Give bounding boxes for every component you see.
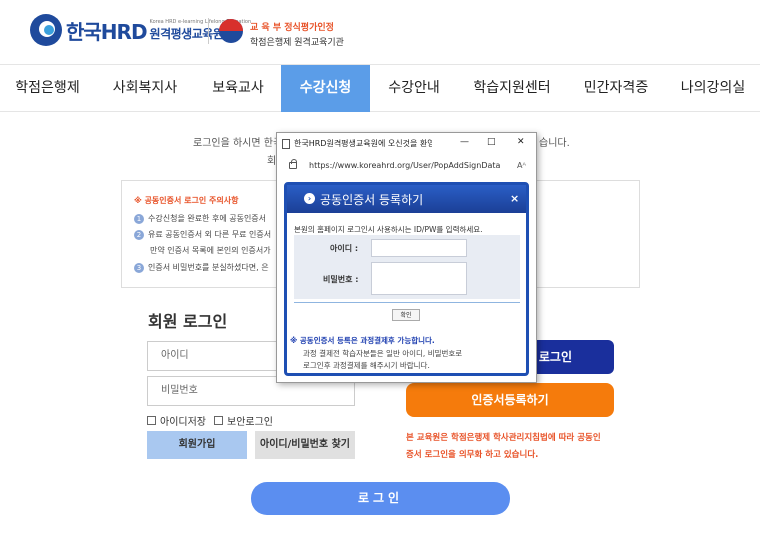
page-icon [282,139,290,149]
popup-password-label: 비밀번호 : [323,275,359,284]
cert-bottom: 학점은행제 원격교육기관 [250,38,344,48]
panel-separator [294,302,520,303]
popup-id-label: 아이디 : [330,244,359,253]
logo-text: 한국HRD [66,19,148,44]
nav-item-course-registration[interactable]: 수강신청 [281,65,370,112]
number-badge: 1 [134,214,144,224]
header-divider [208,18,209,44]
certificate-register-panel: › 공동인증서 등록하기 × 본원의 홈페이지 로그인시 사용하시는 ID/PW… [284,182,529,376]
close-window-icon[interactable]: ✕ [517,137,525,147]
notice-item: 만약 인증서 목록에 본인의 인증서가 [150,245,271,256]
certificate-popup-window: 한국HRD원격평생교육원에 오신것을 환영… — □ ✕ https://www… [276,132,537,383]
secure-login-label: 보안로그인 [227,417,273,428]
notice-item-text: 수강신청을 완료한 후에 공동인증서 [148,214,267,223]
note-line: 증서 로그인을 의무화 하고 있습니다. [406,450,539,460]
secure-login-checkbox[interactable] [214,416,223,425]
login-options: 아이디저장 보안로그인 [147,413,273,428]
popup-password-input[interactable] [371,262,467,295]
lock-icon [289,159,297,169]
site-header: 한국HRD Korea HRD e-learning Lifelong Educ… [0,0,760,64]
nav-item-childcare-teacher[interactable]: 보육교사 [195,65,281,112]
nav-item-credit-bank[interactable]: 학점은행제 [0,65,95,112]
notice-item: 1 수강신청을 완료한 후에 공동인증서 [134,213,266,224]
certification-text: 교 육 부 정식평가인정 학점은행제 원격교육기관 [250,20,344,48]
find-id-password-button[interactable]: 아이디/비밀번호 찾기 [255,431,355,459]
panel-title: 공동인증서 등록하기 [320,193,424,207]
page: 한국HRD Korea HRD e-learning Lifelong Educ… [0,0,760,539]
chevron-right-icon: › [304,193,315,204]
popup-note-line: 과정 결제전 학습자분들은 일반 아이디, 비밀번호로 [303,349,463,358]
number-badge: 3 [134,263,144,273]
notice-item-text: 유료 공동인증서 외 다른 무료 인증서 [148,230,272,239]
logo-mark-icon [30,14,62,46]
site-logo[interactable]: 한국HRD Korea HRD e-learning Lifelong Educ… [30,14,251,46]
save-id-checkbox[interactable] [147,416,156,425]
member-login-title: 회원 로그인 [148,312,228,331]
minimize-icon[interactable]: — [460,137,469,147]
panel-header: › 공동인증서 등록하기 × [287,185,526,213]
nav-item-course-guide[interactable]: 수강안내 [370,65,458,112]
cert-top: 교 육 부 정식평가인정 [250,23,334,33]
intro-text-right: 습니다. [539,138,570,149]
read-aloud-icon[interactable]: Aᴬ [517,161,526,170]
government-emblem-icon [219,19,243,43]
intro-text-left: 로그인을 하시면 한국 [193,138,283,149]
popup-titlebar[interactable]: 한국HRD원격평생교육원에 오신것을 환영… — □ ✕ [277,133,536,157]
notice-item: 2 유료 공동인증서 외 다른 무료 인증서 [134,229,271,240]
notice-item-text: 인증서 비밀번호를 분실하셨다면, 은 [148,263,269,272]
maximize-icon[interactable]: □ [487,137,496,147]
panel-close-icon[interactable]: × [510,192,519,205]
nav-item-my-classroom[interactable]: 나의강의실 [666,65,760,112]
popup-address-bar[interactable]: https://www.koreahrd.org/User/PopAddSign… [277,157,536,176]
popup-confirm-button[interactable]: 확인 [392,309,420,321]
notice-title: ※ 공동인증서 로그인 주의사항 [134,196,239,205]
notice-item: 3 인증서 비밀번호를 분실하셨다면, 은 [134,262,269,273]
main-nav: 학점은행제 사회복지사 보육교사 수강신청 수강안내 학습지원센터 민간자격증 … [0,64,760,112]
popup-note-line: 로그인후 과정결제를 해주시기 바랍니다. [303,361,430,370]
join-button[interactable]: 회원가입 [147,431,247,459]
panel-description: 본원의 홈페이지 로그인시 사용하시는 ID/PW를 입력하세요. [294,225,483,234]
notice-item-text: 만약 인증서 목록에 본인의 인증서가 [150,246,271,255]
popup-note-title: ※ 공동인증서 등록은 과정결제후 가능합니다. [290,336,435,345]
save-id-label: 아이디저장 [160,417,206,428]
nav-item-private-certificate[interactable]: 민간자격증 [566,65,666,112]
nav-item-social-worker[interactable]: 사회복지사 [95,65,195,112]
popup-url: https://www.koreahrd.org/User/PopAddSign… [309,161,501,170]
nav-item-learning-support[interactable]: 학습지원센터 [458,65,566,112]
intro-text-line2: 회 [267,156,277,167]
panel-form: 아이디 : 비밀번호 : [294,235,520,299]
login-button[interactable]: 로그인 [251,482,510,515]
certificate-mandatory-note: 본 교육원은 학점은행제 학사관리지침법에 따라 공동인 증서 로그인을 의무화… [406,430,626,464]
note-line: 본 교육원은 학점은행제 학사관리지침법에 따라 공동인 [406,433,601,443]
number-badge: 2 [134,230,144,240]
certificate-register-button[interactable]: 인증서등록하기 [406,383,614,417]
popup-id-input[interactable] [371,239,467,257]
popup-window-title: 한국HRD원격평생교육원에 오신것을 환영… [294,139,432,148]
